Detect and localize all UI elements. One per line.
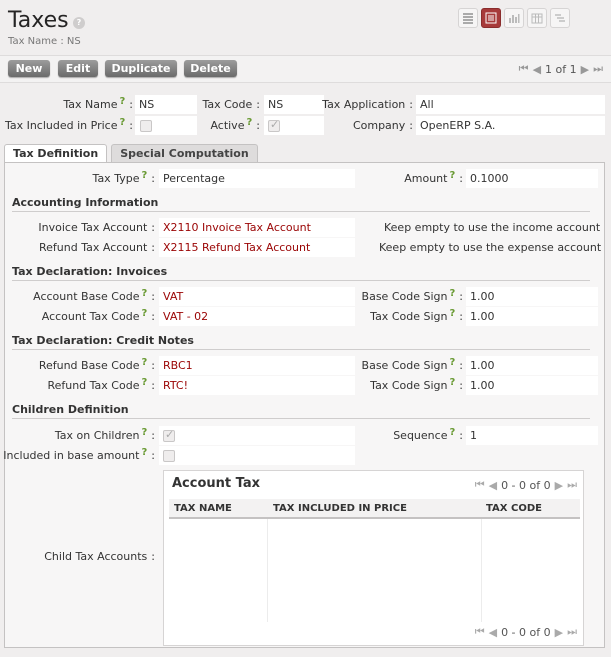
included-in-base-checkbox[interactable] xyxy=(163,450,175,462)
sequence-field[interactable]: 1 xyxy=(466,426,598,445)
tax-code-field[interactable]: NS xyxy=(264,95,324,114)
first-page-icon[interactable]: ⏮ xyxy=(519,62,529,76)
invoice-base-sign-label: Base Code Sign?: xyxy=(361,288,463,303)
invoice-account-field[interactable]: X2110 Invoice Tax Account xyxy=(159,218,355,237)
next-page-icon[interactable]: ▶ xyxy=(555,626,563,639)
account-base-code-field[interactable]: VAT xyxy=(159,287,355,306)
record-subtitle: Tax Name : NS xyxy=(8,36,81,47)
tax-type-field[interactable]: Percentage xyxy=(159,169,355,188)
subgrid-header: TAX NAME TAX INCLUDED IN PRICE TAX CODE xyxy=(169,499,580,519)
column-divider xyxy=(267,519,268,622)
child-tax-accounts-label: Child Tax Accounts: xyxy=(44,550,155,563)
invoice-tax-sign-field[interactable]: 1.00 xyxy=(466,307,598,326)
edit-button[interactable]: Edit xyxy=(58,60,98,77)
first-page-icon[interactable]: ⏮ xyxy=(475,625,485,639)
duplicate-button[interactable]: Duplicate xyxy=(105,60,177,77)
tax-application-label: Tax Application: xyxy=(322,98,413,111)
last-page-icon[interactable]: ⏭ xyxy=(593,62,603,76)
pager-count: 1 of 1 xyxy=(545,62,577,76)
next-page-icon[interactable]: ▶ xyxy=(555,479,563,492)
account-tax-code-label: Account Tax Code?: xyxy=(41,308,155,323)
invoice-tax-sign-label: Tax Code Sign?: xyxy=(370,308,463,323)
account-base-code-label: Account Base Code?: xyxy=(33,288,155,303)
prev-page-icon[interactable]: ◀ xyxy=(489,626,497,639)
column-tax-name[interactable]: TAX NAME xyxy=(174,503,232,514)
refund-tax-code-field[interactable]: RTC! xyxy=(159,376,355,395)
amount-field[interactable]: 0.1000 xyxy=(466,169,598,188)
gantt-view-icon[interactable] xyxy=(550,8,570,28)
calendar-view-icon[interactable] xyxy=(527,8,547,28)
included-in-base-wrap xyxy=(159,446,355,465)
refund-base-sign-label: Base Code Sign?: xyxy=(361,357,463,372)
tab-special-computation[interactable]: Special Computation xyxy=(111,144,258,163)
included-in-base-label: Included in base amount?: xyxy=(3,447,155,462)
view-switcher xyxy=(458,8,570,28)
tax-name-label: Tax Name?: xyxy=(63,96,133,111)
subgrid-pager-count: 0 - 0 of 0 xyxy=(501,625,551,639)
refund-tax-sign-label: Tax Code Sign?: xyxy=(370,377,463,392)
company-label: Company: xyxy=(352,119,413,132)
refund-account-hint: Keep empty to use the expense account xyxy=(379,241,602,254)
tax-code-label: Tax Code: xyxy=(202,98,260,111)
amount-label: Amount?: xyxy=(404,170,463,185)
last-page-icon[interactable]: ⏭ xyxy=(567,625,577,639)
sequence-label: Sequence?: xyxy=(393,427,463,442)
new-button[interactable]: New xyxy=(8,60,50,77)
invoice-account-hint: Keep empty to use the income account xyxy=(384,221,601,234)
last-page-icon[interactable]: ⏭ xyxy=(567,478,577,492)
tax-type-label: Tax Type?: xyxy=(92,170,155,185)
subgrid-pager-count: 0 - 0 of 0 xyxy=(501,478,551,492)
account-tax-code-field[interactable]: VAT - 02 xyxy=(159,307,355,326)
action-toolbar: New Edit Duplicate Delete ⏮ ◀ 1 of 1 ▶ ⏭ xyxy=(0,55,611,83)
subgrid-pager-bottom: ⏮ ◀ 0 - 0 of 0 ▶ ⏭ xyxy=(475,625,577,639)
subgrid-title: Account Tax xyxy=(172,476,261,491)
tax-application-field[interactable]: All xyxy=(416,95,605,114)
delete-button[interactable]: Delete xyxy=(184,60,237,77)
refund-account-field[interactable]: X2115 Refund Tax Account xyxy=(159,238,355,257)
child-tax-accounts-grid: Account Tax ⏮ ◀ 0 - 0 of 0 ▶ ⏭ TAX NAME … xyxy=(163,470,584,646)
active-label: Active?: xyxy=(210,117,260,132)
help-icon[interactable]: ? xyxy=(73,17,85,29)
children-section-title: Children Definition xyxy=(12,403,590,419)
refund-tax-sign-field[interactable]: 1.00 xyxy=(466,376,598,395)
page-header: Taxes ? Tax Name : NS New Edit Duplicate… xyxy=(0,0,611,88)
refund-account-label: Refund Tax Account: xyxy=(39,241,155,254)
invoice-base-sign-field[interactable]: 1.00 xyxy=(466,287,598,306)
tax-on-children-label: Tax on Children?: xyxy=(54,427,155,442)
prev-page-icon[interactable]: ◀ xyxy=(533,63,541,76)
tax-on-children-wrap xyxy=(159,426,355,445)
tax-name-field[interactable]: NS xyxy=(135,95,197,114)
column-tax-code[interactable]: TAX CODE xyxy=(486,503,542,514)
refund-tax-code-label: Refund Tax Code?: xyxy=(47,377,155,392)
next-page-icon[interactable]: ▶ xyxy=(581,63,589,76)
graph-view-icon[interactable] xyxy=(504,8,524,28)
first-page-icon[interactable]: ⏮ xyxy=(475,478,485,492)
tax-included-label: Tax Included in Price?: xyxy=(4,117,133,132)
subgrid-pager-top: ⏮ ◀ 0 - 0 of 0 ▶ ⏭ xyxy=(475,478,577,492)
record-pager: ⏮ ◀ 1 of 1 ▶ ⏭ xyxy=(519,62,603,76)
accounting-section-title: Accounting Information xyxy=(12,196,590,212)
active-checkbox[interactable] xyxy=(268,118,280,132)
refund-base-code-field[interactable]: RBC1 xyxy=(159,356,355,375)
tab-tax-definition[interactable]: Tax Definition xyxy=(4,144,108,163)
notebook-tabs: Tax Definition Special Computation xyxy=(4,144,262,163)
form-view-icon[interactable] xyxy=(481,8,501,28)
column-divider xyxy=(481,519,482,622)
refund-base-sign-field[interactable]: 1.00 xyxy=(466,356,598,375)
list-view-icon[interactable] xyxy=(458,8,478,28)
company-field[interactable]: OpenERP S.A. xyxy=(416,116,605,135)
invoice-account-label: Invoice Tax Account: xyxy=(38,221,155,234)
refund-base-code-label: Refund Base Code?: xyxy=(38,357,155,372)
column-tax-included[interactable]: TAX INCLUDED IN PRICE xyxy=(273,503,407,514)
prev-page-icon[interactable]: ◀ xyxy=(489,479,497,492)
credit-notes-section-title: Tax Declaration: Credit Notes xyxy=(12,334,590,350)
invoices-section-title: Tax Declaration: Invoices xyxy=(12,265,590,281)
tax-on-children-checkbox[interactable] xyxy=(163,428,175,442)
tax-included-checkbox[interactable] xyxy=(140,120,152,132)
subgrid-body xyxy=(169,519,580,622)
page-title: Taxes xyxy=(8,8,69,33)
